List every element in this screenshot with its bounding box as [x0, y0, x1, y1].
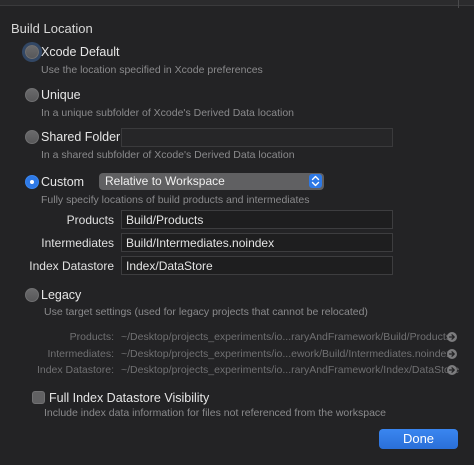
unique-description: In a unique subfolder of Xcode's Derived…	[41, 107, 294, 119]
shared-folder-field[interactable]	[121, 128, 393, 147]
index-datastore-field[interactable]: Index/DataStore	[121, 256, 393, 275]
legacy-label[interactable]: Legacy	[41, 288, 81, 302]
shared-folder-label[interactable]: Shared Folder	[41, 130, 120, 144]
intermediates-label: Intermediates	[41, 236, 114, 250]
products-field[interactable]: Build/Products	[121, 210, 393, 229]
reveal-products-arrow-icon[interactable]	[447, 332, 457, 342]
full-index-visibility-label[interactable]: Full Index Datastore Visibility	[49, 391, 209, 405]
select-stepper-icon	[309, 174, 322, 188]
radio-xcode-default[interactable]	[25, 45, 39, 59]
resolved-products-path: ~/Desktop/projects_experiments/io...rary…	[121, 331, 452, 343]
index-datastore-label: Index Datastore	[29, 259, 114, 273]
reveal-intermediates-arrow-icon[interactable]	[447, 349, 457, 359]
window-top-edge	[0, 0, 474, 6]
full-index-visibility-checkbox[interactable]	[32, 391, 45, 404]
intermediates-field[interactable]: Build/Intermediates.noindex	[121, 233, 393, 252]
full-index-visibility-description: Include index data information for files…	[44, 407, 387, 419]
shared-folder-description: In a shared subfolder of Xcode's Derived…	[41, 149, 295, 161]
custom-description: Fully specify locations of build product…	[41, 194, 310, 206]
xcode-default-label[interactable]: Xcode Default	[41, 45, 120, 59]
resolved-products-label: Products:	[69, 331, 114, 343]
custom-label[interactable]: Custom	[41, 175, 84, 189]
reveal-index-datastore-arrow-icon[interactable]	[447, 365, 457, 375]
products-label: Products	[66, 213, 114, 227]
unique-label[interactable]: Unique	[41, 88, 81, 102]
custom-location-select[interactable]: Relative to Workspace	[99, 173, 324, 190]
radio-shared-folder[interactable]	[25, 130, 39, 144]
done-button[interactable]: Done	[379, 429, 458, 449]
resolved-intermediates-path: ~/Desktop/projects_experiments/io...ewor…	[121, 348, 452, 360]
resolved-index-datastore-label: Index Datastore:	[36, 364, 114, 376]
custom-location-select-value: Relative to Workspace	[105, 174, 225, 188]
xcode-default-description: Use the location specified in Xcode pref…	[41, 64, 263, 76]
resolved-index-datastore-path: ~/Desktop/projects_experiments/io...rary…	[121, 364, 460, 376]
section-title: Build Location	[11, 21, 93, 36]
radio-unique[interactable]	[25, 88, 39, 102]
resolved-intermediates-label: Intermediates:	[47, 348, 114, 360]
radio-custom[interactable]	[25, 175, 39, 189]
radio-legacy[interactable]	[25, 288, 39, 302]
legacy-description: Use target settings (used for legacy pro…	[44, 306, 368, 318]
window-corner-divider	[458, 0, 474, 8]
